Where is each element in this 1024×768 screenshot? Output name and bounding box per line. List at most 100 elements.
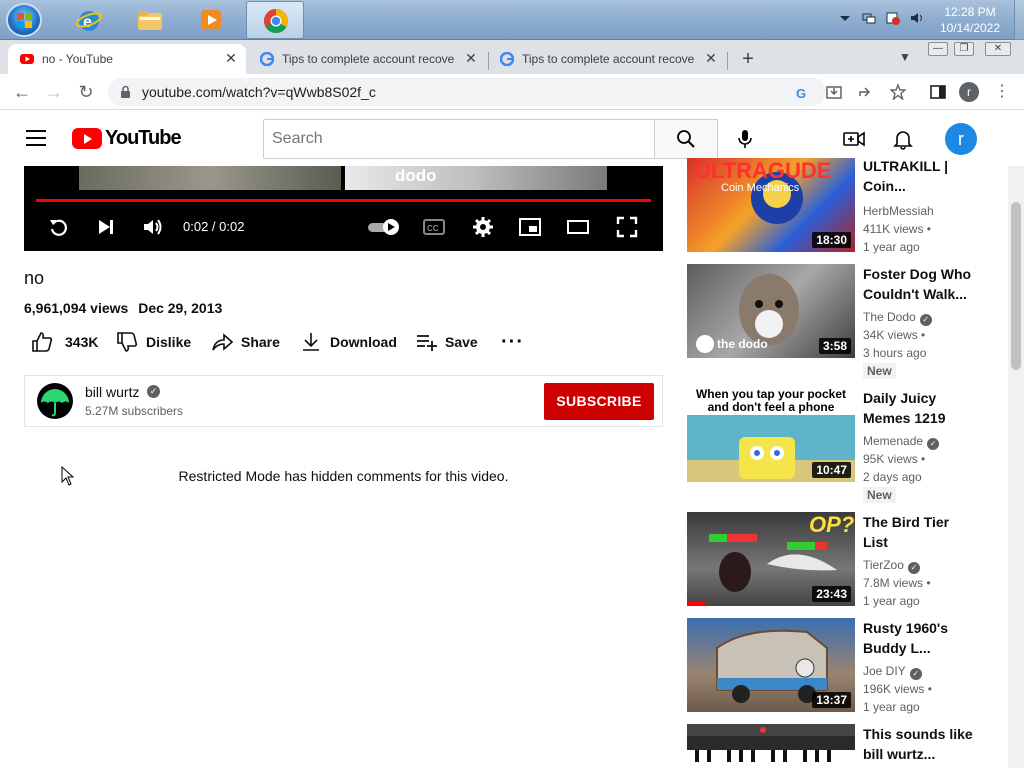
captions-icon[interactable]: CC (423, 216, 445, 238)
video-thumbnail[interactable]: When you tap your pocket and don't feel … (687, 388, 855, 482)
endscreen-thumbnails[interactable]: dodo (79, 166, 607, 190)
system-clock[interactable]: 12:28 PM 10/14/2022 (930, 4, 1010, 36)
autoplay-toggle-icon[interactable] (366, 216, 402, 238)
channel-avatar[interactable] (37, 383, 73, 419)
dislike-label: Dislike (146, 334, 192, 350)
start-button[interactable] (6, 3, 42, 37)
account-avatar[interactable]: r (945, 123, 977, 155)
recommended-video[interactable]: the dodo 3:58 Foster Dog Who Couldn't Wa… (687, 264, 987, 379)
theater-mode-icon[interactable] (567, 216, 589, 238)
verified-check-icon: ✓ (909, 668, 922, 680)
channel-name: TierZoo (863, 558, 904, 572)
download-button[interactable]: Download (300, 332, 397, 352)
video-title[interactable]: This sounds like bill wurtz... (863, 724, 973, 764)
scrollbar-thumb[interactable] (1011, 202, 1021, 370)
video-thumbnail[interactable] (687, 724, 855, 768)
hamburger-menu-icon[interactable] (26, 130, 46, 146)
channel-name[interactable]: HerbMessiah (863, 204, 934, 218)
video-title[interactable]: Daily Juicy Memes 1219 (863, 388, 973, 428)
video-player[interactable]: dodo 0:02 / 0:02 CC (24, 166, 663, 251)
subscribe-button[interactable]: SUBSCRIBE (544, 383, 654, 420)
chrome-menu-icon[interactable]: ⋮ (990, 80, 1014, 104)
miniplayer-icon[interactable] (519, 216, 541, 238)
channel-line[interactable]: Joe DIY ✓ (863, 664, 922, 680)
notifications-bell-icon[interactable] (892, 128, 914, 150)
youtube-logo[interactable]: YouTube (72, 127, 182, 150)
video-thumbnail[interactable]: the dodo 3:58 (687, 264, 855, 358)
video-thumbnail[interactable]: 13:37 (687, 618, 855, 712)
settings-gear-icon[interactable] (472, 216, 494, 238)
share-page-icon[interactable] (858, 84, 874, 100)
create-video-icon[interactable] (843, 128, 865, 150)
dislike-button[interactable]: Dislike (116, 332, 191, 352)
tab-youtube[interactable]: no - YouTube ✕ (8, 44, 246, 74)
taskbar-ie-button[interactable]: e (60, 1, 118, 39)
channel-line[interactable]: TierZoo ✓ (863, 558, 920, 574)
share-arrow-icon (212, 333, 233, 351)
minimize-button[interactable]: — (928, 42, 948, 56)
progress-bar[interactable] (36, 199, 651, 202)
save-button[interactable]: Save (415, 332, 478, 352)
next-video-icon[interactable] (95, 216, 117, 238)
channel-name: Joe DIY (863, 664, 906, 678)
youtube-favicon-icon (20, 54, 34, 64)
video-thumbnail[interactable]: Coin Mechanics ULTRAGUDE 18:30 (687, 158, 855, 252)
volume-icon[interactable] (910, 11, 924, 25)
close-window-button[interactable]: ✕ (985, 42, 1011, 56)
tab-close-icon[interactable]: ✕ (704, 51, 718, 65)
taskbar-explorer-button[interactable] (121, 1, 179, 39)
network-icon[interactable] (862, 11, 876, 25)
video-title[interactable]: ULTRAKILL | Coin... (863, 156, 973, 196)
action-center-icon[interactable] (886, 11, 900, 25)
search-field[interactable] (263, 119, 655, 159)
tab-google-2[interactable]: Tips to complete account recove ✕ (488, 44, 726, 74)
fullscreen-icon[interactable] (616, 216, 638, 238)
endscreen-thumb-left[interactable] (79, 166, 341, 190)
google-lens-icon[interactable]: G (794, 85, 810, 101)
recommended-video[interactable]: 13:37 Rusty 1960's Buddy L... Joe DIY ✓ 1… (687, 618, 987, 714)
reload-icon[interactable]: ↻ (74, 80, 98, 104)
video-title[interactable]: Foster Dog Who Couldn't Walk... (863, 264, 973, 304)
recommended-video[interactable]: This sounds like bill wurtz... (687, 724, 987, 768)
tab-close-icon[interactable]: ✕ (464, 51, 478, 65)
like-button[interactable]: 343K (31, 332, 98, 352)
tray-arrow-icon[interactable] (838, 11, 852, 25)
upload-age: 3 hours ago (863, 346, 927, 360)
show-desktop-button[interactable] (1014, 0, 1024, 40)
tab-google-1[interactable]: Tips to complete account recove ✕ (248, 44, 486, 74)
profile-avatar[interactable]: r (959, 82, 979, 102)
channel-name[interactable]: bill wurtz (85, 384, 139, 400)
new-tab-plus-icon[interactable]: + (736, 48, 760, 72)
search-button[interactable] (654, 119, 718, 159)
microphone-icon[interactable] (735, 129, 755, 149)
recommended-video[interactable]: When you tap your pocket and don't feel … (687, 388, 987, 503)
back-arrow-icon[interactable]: ← (10, 80, 34, 104)
logo-wordmark: YouTube (105, 127, 182, 149)
recommended-video[interactable]: OP? 23:43 The Bird Tier List TierZoo ✓ 7.… (687, 512, 987, 608)
volume-icon[interactable] (142, 216, 164, 238)
channel-line[interactable]: Memenade ✓ (863, 434, 940, 450)
restore-button[interactable]: ❐ (954, 42, 974, 56)
tab-close-icon[interactable]: ✕ (224, 51, 238, 65)
share-button[interactable]: Share (211, 332, 280, 352)
video-thumbnail[interactable]: OP? 23:43 (687, 512, 855, 606)
taskbar-media-button[interactable] (182, 1, 240, 39)
more-actions-icon[interactable]: ··· (501, 331, 524, 353)
recommended-video[interactable]: Coin Mechanics ULTRAGUDE 18:30 ULTRAKILL … (687, 156, 987, 254)
thumbs-up-icon (32, 332, 53, 352)
search-input[interactable] (264, 120, 655, 158)
channel-line[interactable]: The Dodo ✓ (863, 310, 932, 326)
taskbar-chrome-button[interactable] (246, 1, 304, 39)
replay-icon[interactable] (48, 216, 70, 238)
page-scrollbar[interactable] (1008, 166, 1024, 768)
tab-search-chevron-icon[interactable]: ▼ (896, 50, 914, 68)
install-app-icon[interactable] (826, 84, 842, 100)
video-title[interactable]: The Bird Tier List (863, 512, 973, 552)
address-bar[interactable]: youtube.com/watch?v=qWwb8S02f_c G (108, 78, 826, 106)
bookmark-star-icon[interactable] (890, 84, 906, 100)
video-title[interactable]: Rusty 1960's Buddy L... (863, 618, 973, 658)
side-panel-icon[interactable] (930, 84, 946, 100)
endscreen-thumb-right[interactable] (345, 166, 607, 190)
download-label: Download (330, 334, 397, 350)
forward-arrow-icon[interactable]: → (42, 80, 66, 104)
